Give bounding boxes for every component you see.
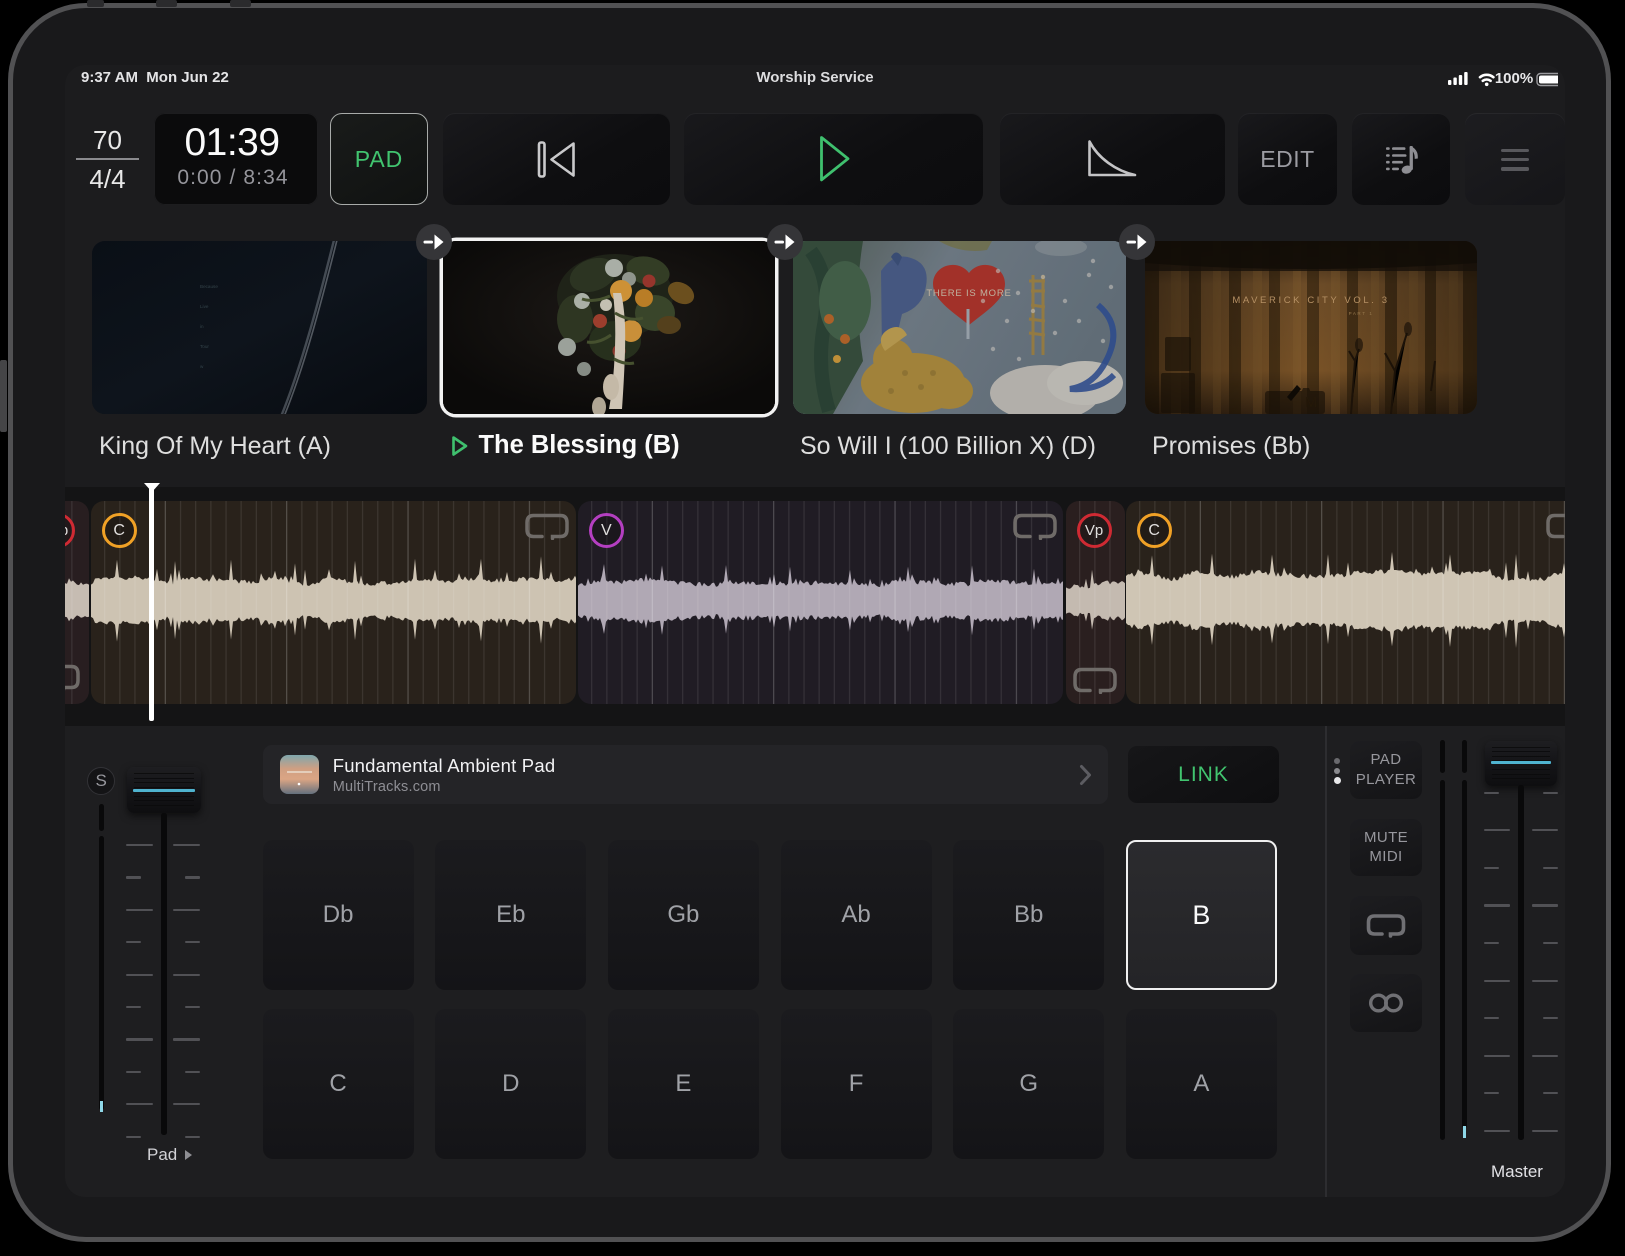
svg-text:Because: Because xyxy=(200,284,218,289)
svg-text:M: M xyxy=(1305,394,1318,411)
svg-text:PART 1: PART 1 xyxy=(1349,311,1374,316)
svg-text:in: in xyxy=(200,324,204,329)
svg-text:Tour: Tour xyxy=(200,344,209,349)
svg-text:MAVERICK CITY VOL. 3: MAVERICK CITY VOL. 3 xyxy=(1232,295,1389,306)
svg-text:Live: Live xyxy=(200,304,209,309)
